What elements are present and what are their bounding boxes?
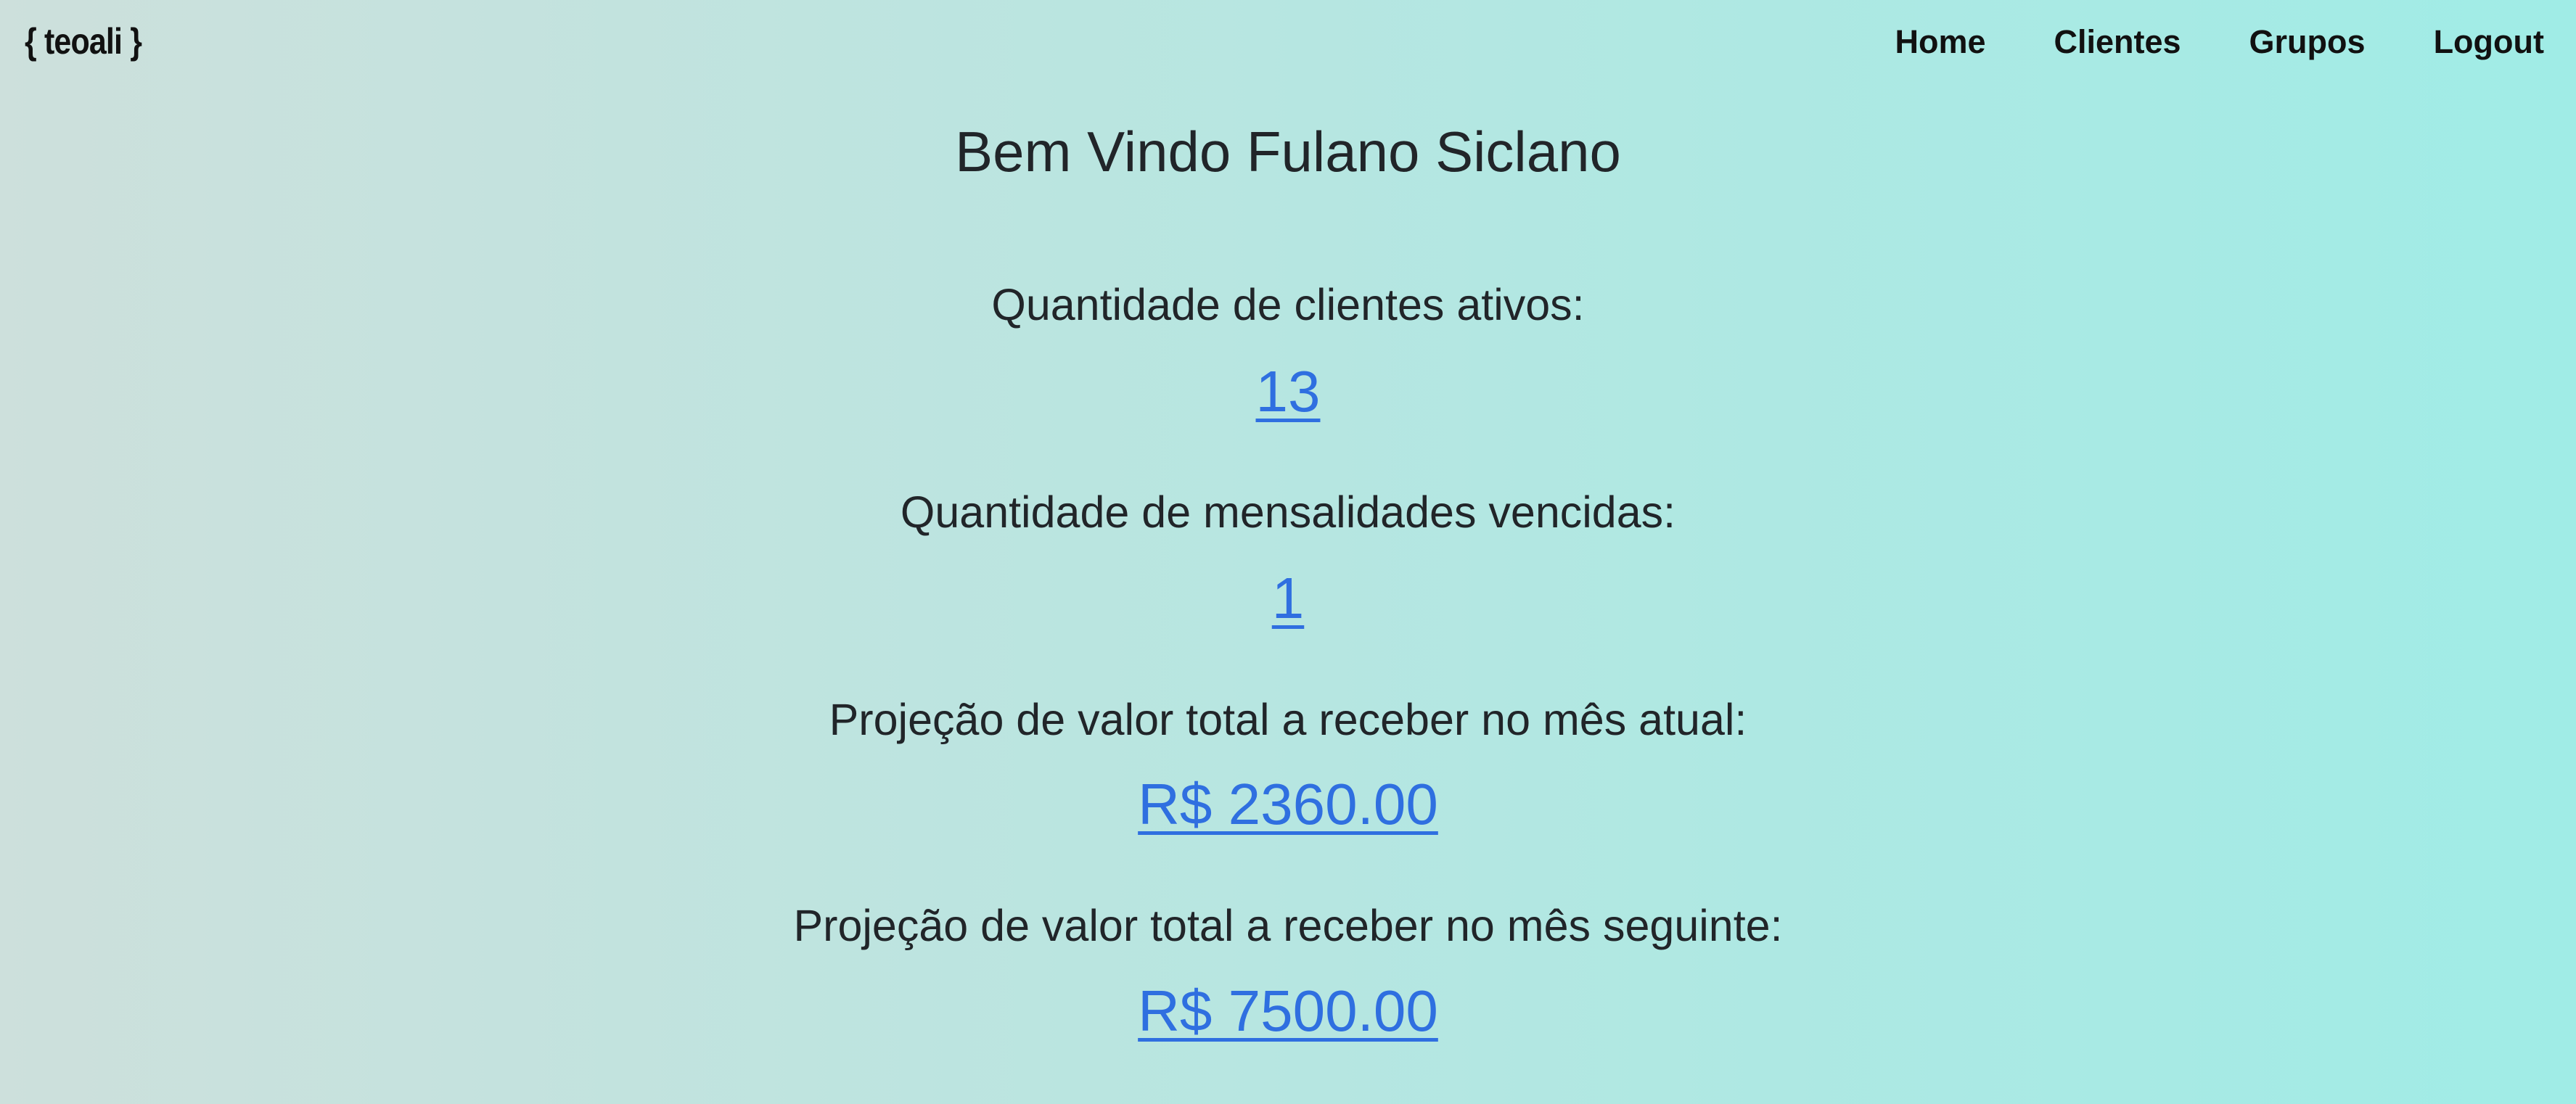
next-month-projection-value: R$ 7500.00 [0, 975, 2576, 1047]
active-clients-value: 13 [0, 355, 2576, 428]
next-month-projection-label: Projeção de valor total a receber no mês… [793, 901, 1783, 950]
active-clients-link[interactable]: 13 [1256, 359, 1321, 424]
active-clients-label: Quantidade de clientes ativos: [991, 280, 1585, 329]
nav-links: Home Clientes Grupos Logout [1895, 19, 2544, 65]
overdue-fees-link[interactable]: 1 [1272, 566, 1305, 630]
nav-link-home[interactable]: Home [1895, 19, 1985, 65]
nav-link-grupos[interactable]: Grupos [2249, 19, 2366, 65]
current-month-projection-link[interactable]: R$ 2360.00 [1138, 772, 1438, 836]
overdue-fees-value: 1 [0, 562, 2576, 635]
brand-logo[interactable]: { teoali } [25, 16, 142, 67]
navbar: { teoali } Home Clientes Grupos Logout [0, 0, 2576, 84]
current-month-projection-label: Projeção de valor total a receber no mês… [829, 695, 1747, 744]
next-month-projection-link[interactable]: R$ 7500.00 [1138, 979, 1438, 1043]
current-month-projection-value: R$ 2360.00 [0, 768, 2576, 841]
nav-link-clientes[interactable]: Clientes [2054, 19, 2181, 65]
overdue-fees-label: Quantidade de mensalidades vencidas: [900, 487, 1676, 537]
nav-link-logout[interactable]: Logout [2434, 19, 2544, 65]
welcome-heading: Bem Vindo Fulano Siclano [955, 120, 1621, 184]
